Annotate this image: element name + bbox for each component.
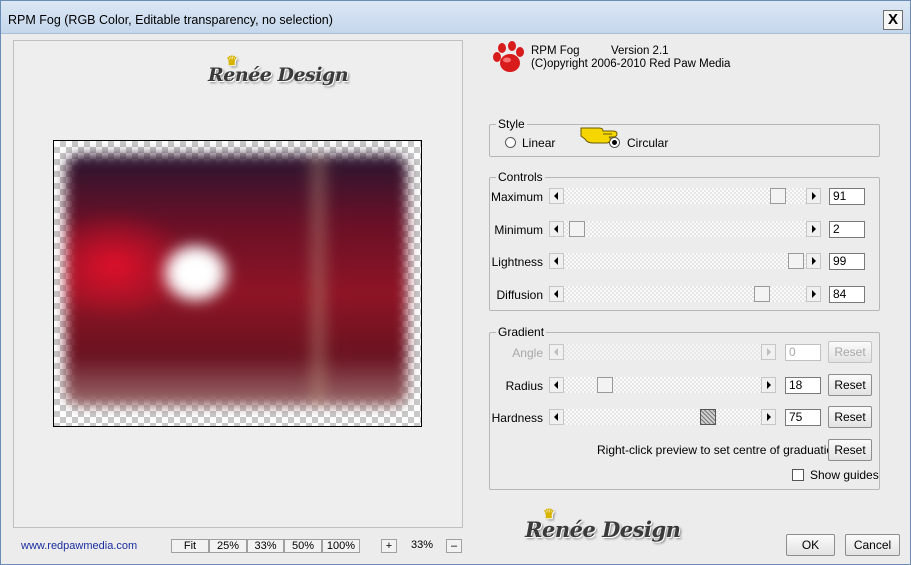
zoom-fit-button[interactable]: Fit <box>171 539 209 553</box>
angle-decrease-button <box>549 344 564 360</box>
angle-reset-button: Reset <box>828 341 872 363</box>
gradient-legend: Gradient <box>496 325 547 339</box>
zoom-100-button[interactable]: 100% <box>322 539 360 553</box>
minimum-label: Minimum <box>494 223 543 237</box>
radius-decrease-button[interactable] <box>549 377 564 393</box>
lightness-slider-thumb[interactable] <box>788 253 804 269</box>
maximum-increase-button[interactable] <box>806 188 821 204</box>
hand-pointer-icon <box>580 127 618 144</box>
window-title: RPM Fog (RGB Color, Editable transparenc… <box>8 13 333 27</box>
preview-canvas[interactable] <box>53 140 422 427</box>
minimum-decrease-button[interactable] <box>549 221 564 237</box>
red-paw-logo-icon <box>493 41 524 72</box>
hardness-value-field[interactable]: 75 <box>785 409 821 426</box>
zoom-in-button[interactable]: + <box>381 539 397 553</box>
zoom-33-button[interactable]: 33% <box>247 539 284 553</box>
plugin-dialog-window: RPM Fog (RGB Color, Editable transparenc… <box>0 0 911 565</box>
minimum-slider-thumb[interactable] <box>569 221 585 237</box>
ok-button[interactable]: OK <box>786 534 835 556</box>
diffusion-decrease-button[interactable] <box>549 286 564 302</box>
lightness-label: Lightness <box>491 255 543 269</box>
radius-slider-track[interactable] <box>564 377 761 393</box>
angle-slider-track <box>564 344 761 360</box>
lightness-increase-button[interactable] <box>806 253 821 269</box>
lightness-decrease-button[interactable] <box>549 253 564 269</box>
hardness-decrease-button[interactable] <box>549 409 564 425</box>
maximum-value-field[interactable]: 91 <box>829 188 865 205</box>
hardness-slider-track[interactable] <box>564 409 761 425</box>
minimum-value-field[interactable]: 2 <box>829 221 865 238</box>
minimum-slider-track[interactable] <box>564 221 806 237</box>
crown-icon: ♛ <box>543 507 555 522</box>
diffusion-value-field[interactable]: 84 <box>829 286 865 303</box>
fog-preview-image <box>66 155 407 406</box>
crown-icon: ♛ <box>226 54 238 69</box>
hardness-reset-button[interactable]: Reset <box>828 406 872 428</box>
centre-reset-button[interactable]: Reset <box>828 439 872 461</box>
title-bar[interactable]: RPM Fog (RGB Color, Editable transparenc… <box>1 1 910 34</box>
plugin-copyright: (C)opyright 2006-2010 Red Paw Media <box>531 58 731 70</box>
close-button[interactable]: X <box>883 10 903 30</box>
diffusion-label: Diffusion <box>496 288 543 302</box>
zoom-out-button[interactable]: – <box>446 539 462 553</box>
angle-label: Angle <box>512 346 543 360</box>
show-guides-checkbox[interactable] <box>792 469 804 481</box>
circular-radio-label[interactable]: Circular <box>627 136 668 150</box>
website-link[interactable]: www.redpawmedia.com <box>21 540 137 552</box>
radius-slider-thumb[interactable] <box>597 377 613 393</box>
diffusion-increase-button[interactable] <box>806 286 821 302</box>
hardness-slider-thumb[interactable] <box>700 409 716 425</box>
centre-hint-text: Right-click preview to set centre of gra… <box>597 443 840 457</box>
lightness-value-field[interactable]: 99 <box>829 253 865 270</box>
maximum-decrease-button[interactable] <box>549 188 564 204</box>
zoom-25-button[interactable]: 25% <box>209 539 247 553</box>
plugin-name: RPM Fog <box>531 45 580 57</box>
radius-value-field[interactable]: 18 <box>785 377 821 394</box>
radius-increase-button[interactable] <box>761 377 776 393</box>
lightness-slider-track[interactable] <box>564 253 806 269</box>
linear-radio[interactable] <box>505 137 516 148</box>
hardness-label: Hardness <box>491 411 543 425</box>
zoom-50-button[interactable]: 50% <box>284 539 322 553</box>
plugin-version: Version 2.1 <box>611 45 669 57</box>
style-legend: Style <box>496 117 527 131</box>
radius-reset-button[interactable]: Reset <box>828 374 872 396</box>
maximum-slider-thumb[interactable] <box>770 188 786 204</box>
controls-legend: Controls <box>496 170 545 184</box>
hardness-increase-button[interactable] <box>761 409 776 425</box>
zoom-level-value: 33% <box>411 539 434 551</box>
diffusion-slider-thumb[interactable] <box>754 286 770 302</box>
show-guides-label[interactable]: Show guides <box>810 468 879 482</box>
angle-value-field: 0 <box>785 344 821 361</box>
diffusion-slider-track[interactable] <box>564 286 806 302</box>
radius-label: Radius <box>505 379 543 393</box>
minimum-increase-button[interactable] <box>806 221 821 237</box>
angle-increase-button <box>761 344 776 360</box>
maximum-slider-track[interactable] <box>564 188 806 204</box>
cancel-button[interactable]: Cancel <box>845 534 900 556</box>
watermark-logo-top: ♛ Renée Design <box>208 54 349 86</box>
maximum-label: Maximum <box>491 190 544 204</box>
linear-radio-label[interactable]: Linear <box>522 136 555 150</box>
watermark-logo-bottom: ♛ Renée Design <box>525 507 681 542</box>
